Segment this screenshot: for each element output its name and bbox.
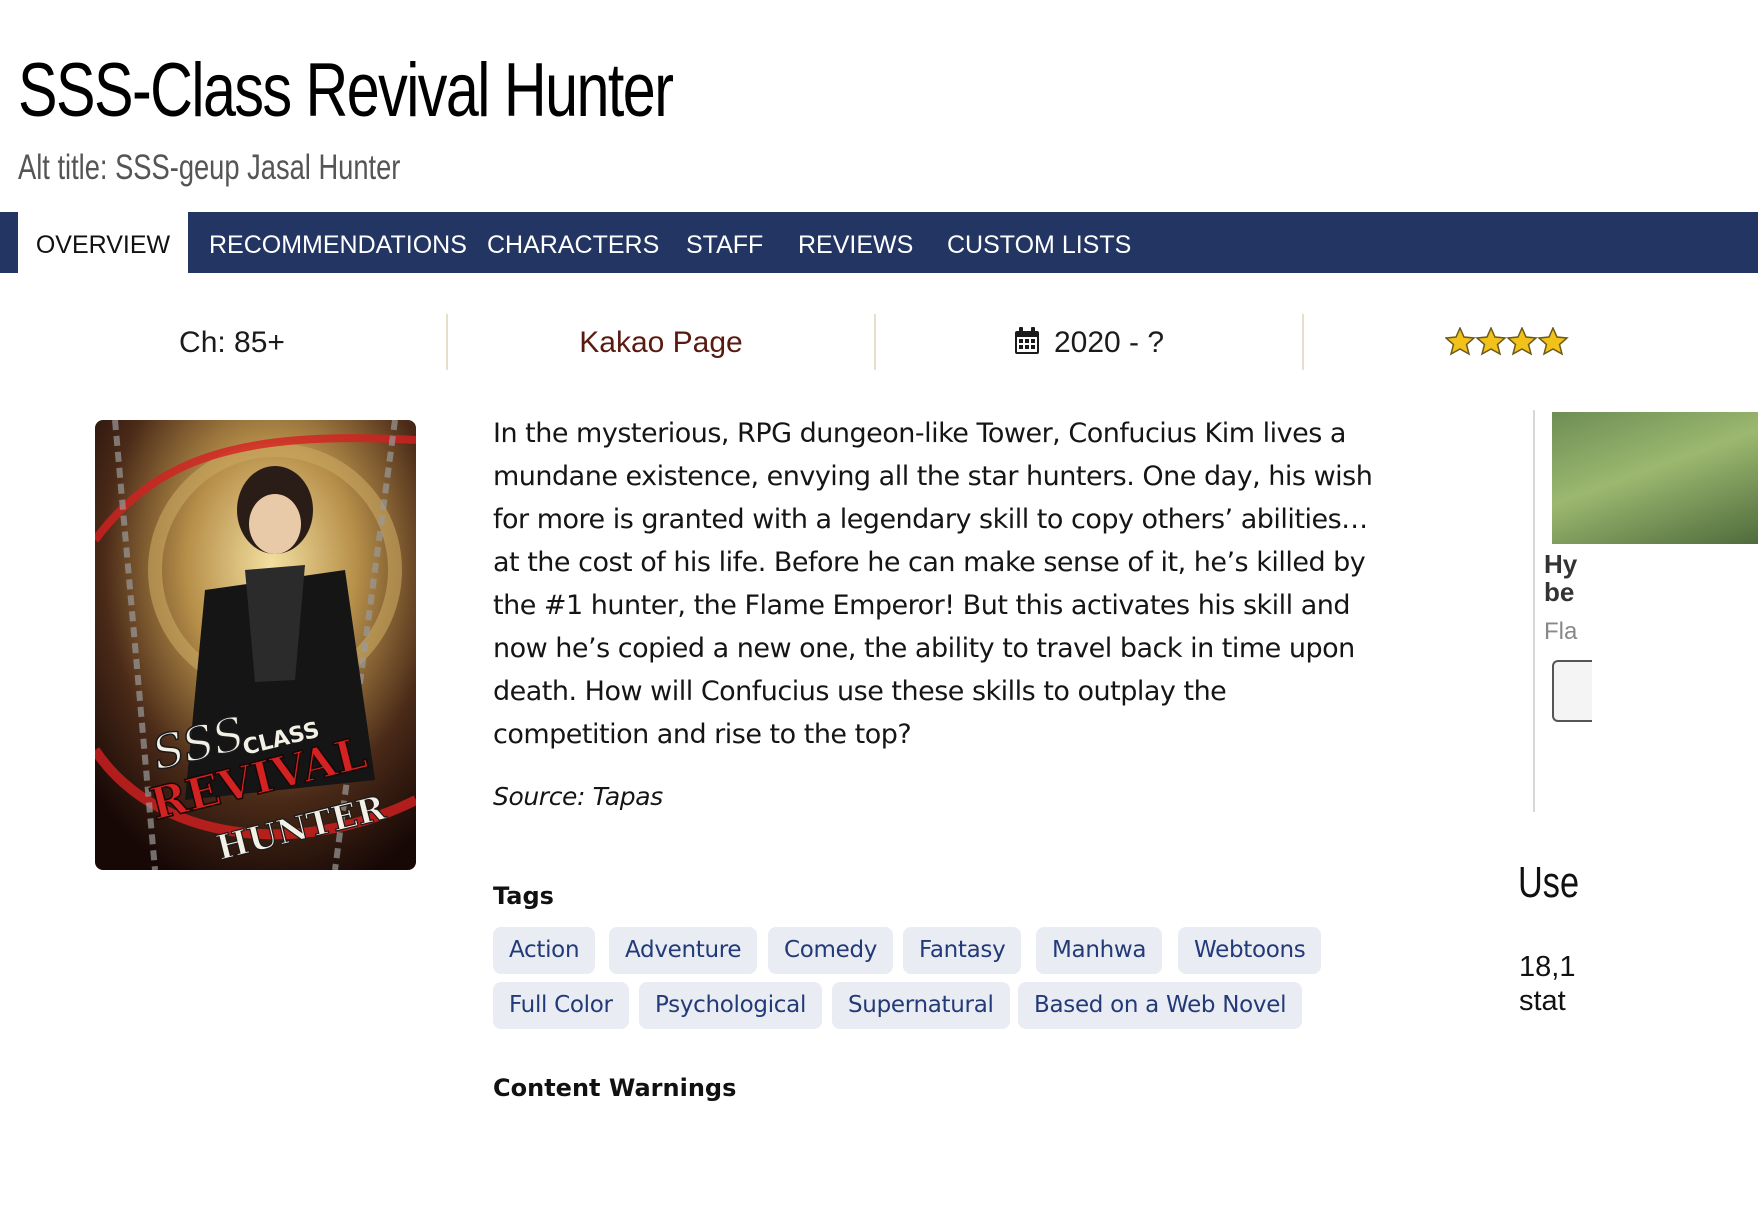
related-title-line: Hy (1544, 549, 1578, 579)
related-action-button[interactable] (1552, 660, 1592, 722)
tag-full-color[interactable]: Full Color (493, 982, 629, 1029)
tab-staff[interactable]: STAFF (686, 212, 763, 273)
user-stats-heading: Use (1518, 858, 1580, 907)
tag-comedy[interactable]: Comedy (768, 927, 894, 974)
release-years-text: 2020 - ? (1053, 326, 1165, 359)
tag-psychological[interactable]: Psychological (639, 982, 823, 1029)
source-credit: Source: Tapas (493, 782, 663, 811)
user-stats-line: 18,1 (1519, 951, 1576, 983)
publisher-link[interactable]: Kakao Page (448, 314, 874, 370)
related-thumbnail[interactable] (1552, 412, 1758, 544)
tab-overview[interactable]: OVERVIEW (18, 212, 188, 273)
cover-art: SSS CLASS REVIVAL HUNTER (95, 420, 416, 870)
tab-reviews[interactable]: REVIEWS (798, 212, 913, 273)
tag-adventure[interactable]: Adventure (609, 927, 758, 974)
calendar-icon (1014, 327, 1039, 355)
tab-recommendations[interactable]: RECOMMENDATIONS (209, 212, 467, 273)
related-title-line: be (1544, 577, 1575, 607)
alt-title: Alt title: SSS-geup Jasal Hunter (18, 148, 401, 187)
star-icon (1444, 326, 1569, 356)
chapter-count: Ch: 85+ (179, 326, 285, 359)
related-title[interactable]: Hy be (1544, 550, 1577, 606)
user-stats-text: 18,1 stat (1519, 950, 1758, 1018)
stats-divider (1302, 314, 1304, 370)
tag-manhwa[interactable]: Manhwa (1036, 927, 1163, 974)
content-warnings-heading: Content Warnings (493, 1074, 737, 1102)
tag-webtoons[interactable]: Webtoons (1178, 927, 1322, 974)
tab-bar: OVERVIEW RECOMMENDATIONS CHARACTERS STAF… (0, 212, 1758, 273)
page-title: SSS-Class Revival Hunter (18, 48, 674, 133)
tag-fantasy[interactable]: Fantasy (903, 927, 1022, 974)
stats-bar: Ch: 85+ Kakao Page 2020 - ? (0, 314, 1758, 370)
tag-based-on-a-web-novel[interactable]: Based on a Web Novel (1018, 982, 1303, 1029)
release-years: 2020 - ? (876, 314, 1302, 370)
tags-heading: Tags (493, 882, 554, 910)
user-stats-line: stat (1519, 985, 1566, 1017)
related-subtitle: Fla (1544, 618, 1578, 645)
tag-supernatural[interactable]: Supernatural (832, 982, 1010, 1029)
cover-image[interactable]: SSS CLASS REVIVAL HUNTER (95, 420, 416, 870)
rating-stars[interactable] (1444, 326, 1758, 361)
tab-characters[interactable]: CHARACTERS (487, 212, 659, 273)
right-column-divider (1533, 410, 1535, 812)
tag-action[interactable]: Action (493, 927, 596, 974)
tab-custom-lists[interactable]: CUSTOM LISTS (947, 212, 1131, 273)
synopsis: In the mysterious, RPG dungeon-like Towe… (493, 418, 1373, 750)
